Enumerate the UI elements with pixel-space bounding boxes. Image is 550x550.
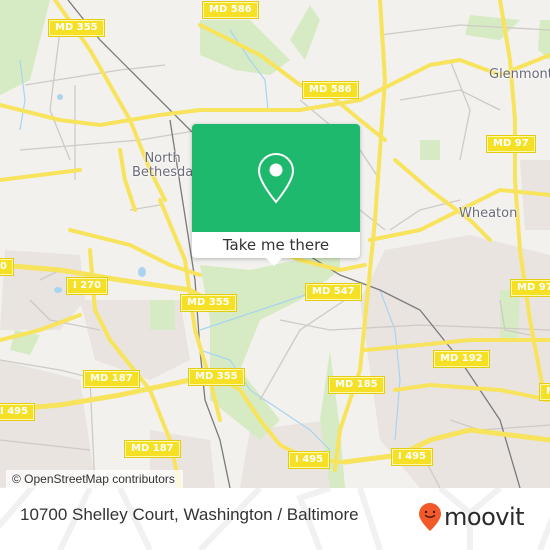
road-label-md586: MD 586 xyxy=(302,81,359,99)
road-label-i270: I 270 xyxy=(65,277,109,295)
road-label-md586: MD 586 xyxy=(202,1,259,19)
road-label-md185: MD 185 xyxy=(328,376,385,394)
popup-pointer xyxy=(266,258,282,266)
moovit-smiley-pin-icon xyxy=(419,503,441,531)
road-label-md-partial: M xyxy=(539,383,550,401)
road-label-md97: MD 97 xyxy=(510,279,550,297)
road-label-i495: I 495 xyxy=(0,403,36,421)
place-label-wheaton: Wheaton xyxy=(459,206,518,221)
place-label-north-bethesda: North Bethesda xyxy=(132,151,194,180)
road-label-md187: MD 187 xyxy=(83,370,140,388)
moovit-logo: moovit xyxy=(418,502,525,532)
place-label-glenmont: Glenmont xyxy=(489,67,550,82)
road-label-md547: MD 547 xyxy=(305,283,362,301)
road-label-i495: I 495 xyxy=(390,448,434,466)
road-label-i270: 0 xyxy=(0,258,14,276)
road-label-i495: I 495 xyxy=(287,451,331,469)
road-label-md355: MD 355 xyxy=(188,368,245,386)
footer: 10700 Shelley Court, Washington / Baltim… xyxy=(0,488,550,550)
take-me-there-button[interactable]: Take me there xyxy=(192,232,360,258)
road-label-md192: MD 192 xyxy=(433,350,490,368)
map-attribution[interactable]: © OpenStreetMap contributors xyxy=(6,470,183,488)
map-pin-icon xyxy=(257,152,295,204)
moovit-wordmark: moovit xyxy=(444,503,525,531)
address-text: 10700 Shelley Court, Washington / Baltim… xyxy=(20,505,359,524)
road-label-md355: MD 355 xyxy=(180,294,237,312)
popup-header[interactable] xyxy=(192,124,360,232)
road-label-md97: MD 97 xyxy=(486,135,536,153)
map-view[interactable]: North Bethesda Glenmont Wheaton MD 355 M… xyxy=(0,0,550,488)
road-label-md187: MD 187 xyxy=(124,440,181,458)
road-label-md355: MD 355 xyxy=(48,19,105,37)
destination-popup[interactable]: Take me there xyxy=(192,124,360,266)
